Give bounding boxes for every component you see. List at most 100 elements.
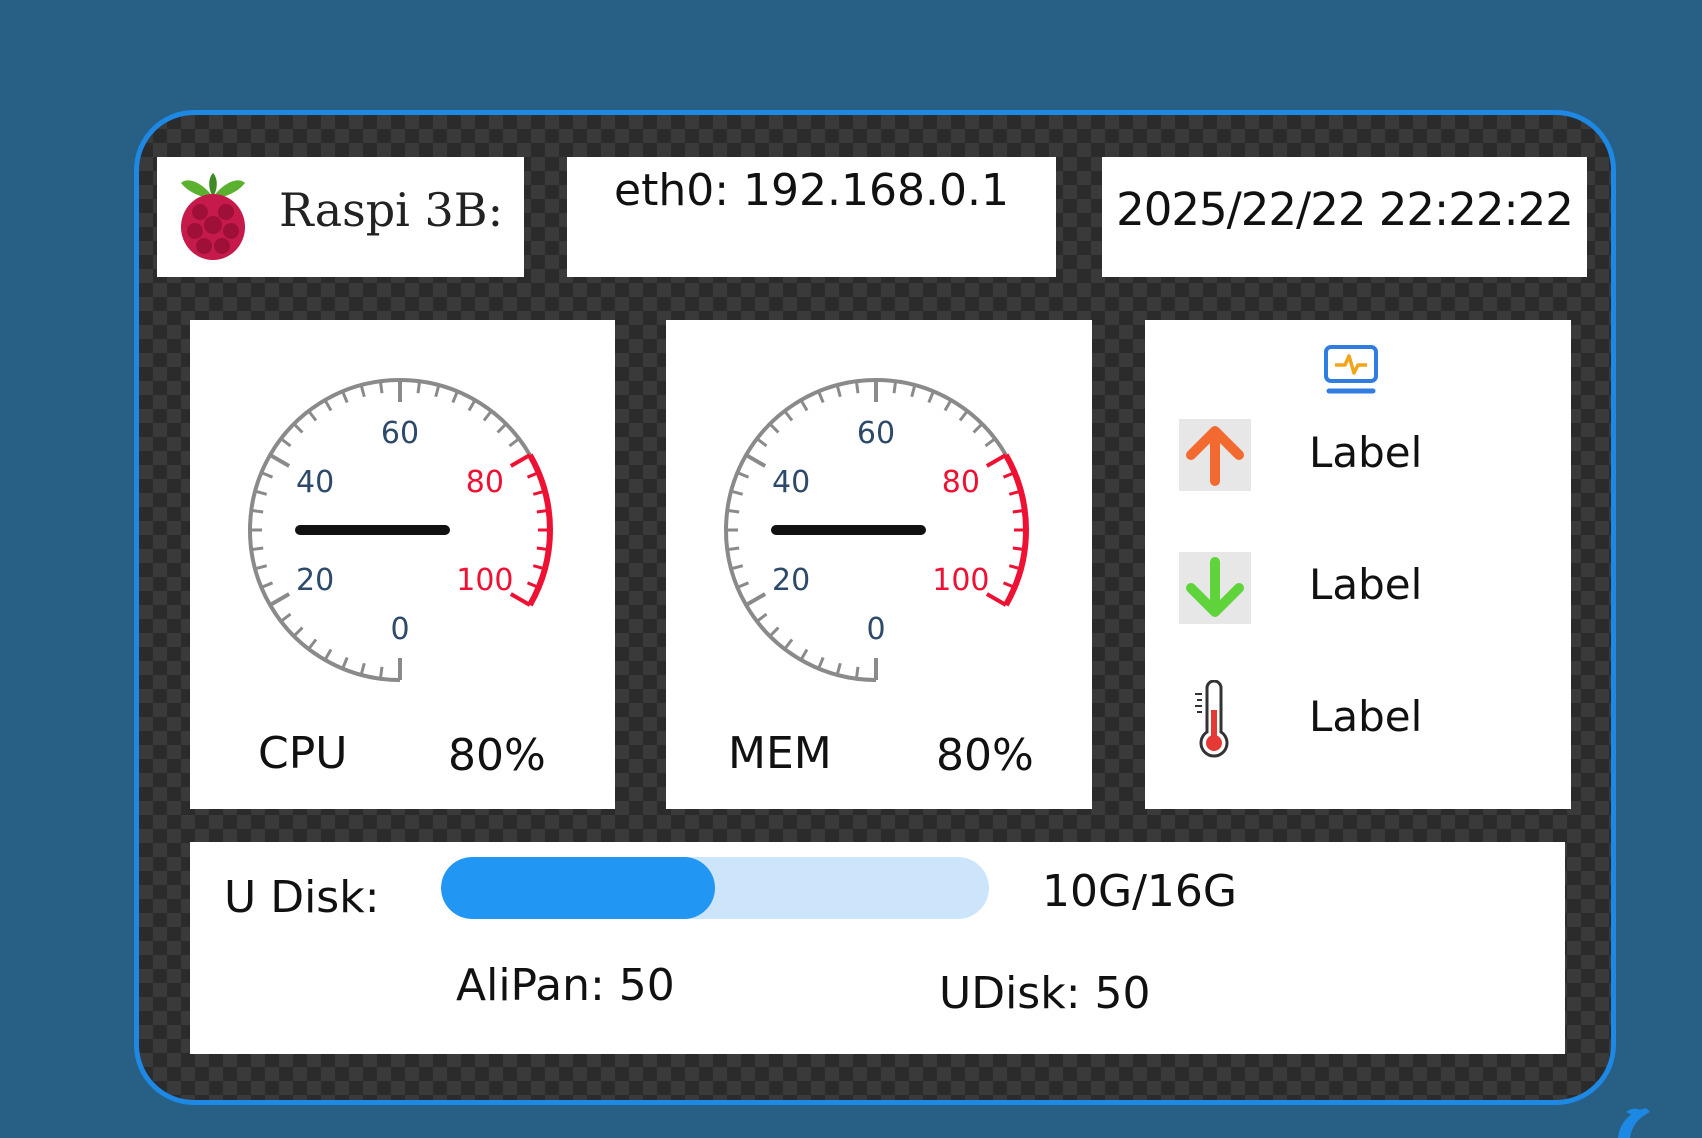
- mem-tick: [854, 666, 860, 679]
- mem-tick: [736, 471, 750, 479]
- mem-tick: [730, 564, 744, 571]
- cpu-tick: [536, 508, 549, 514]
- mem-tick: [799, 399, 809, 412]
- host-panel: Raspi 3B:: [157, 157, 524, 277]
- mem-tick-label: 40: [772, 465, 810, 500]
- mem-tick: [817, 390, 825, 404]
- cpu-tick: [359, 384, 366, 398]
- host-label: Raspi 3B:: [279, 183, 504, 237]
- cpu-tick: [323, 648, 333, 661]
- cpu-tick: [269, 453, 291, 468]
- cpu-tick: [254, 564, 268, 571]
- corner-logo-icon: [1618, 1108, 1650, 1138]
- cpu-tick: [280, 612, 292, 623]
- arrow-down-icon: [1186, 557, 1244, 617]
- upload-icon-box: [1179, 419, 1251, 491]
- cpu-tick: [323, 399, 333, 412]
- cpu-tick: [359, 662, 366, 676]
- cpu-tick-label: 60: [381, 416, 419, 451]
- cpu-tick: [260, 581, 274, 589]
- cpu-label: CPU: [258, 728, 348, 779]
- mem-tick: [1012, 508, 1025, 514]
- cpu-tick: [416, 381, 422, 394]
- cpu-tick: [292, 626, 304, 638]
- cpu-tick: [451, 390, 459, 404]
- cpu-tick-label: 40: [296, 465, 334, 500]
- cpu-tick-label: 0: [390, 612, 409, 647]
- ip-panel: eth0: 192.168.0.1: [567, 157, 1056, 277]
- mem-tick: [972, 422, 984, 434]
- mem-tick: [985, 453, 1007, 468]
- cpu-tick: [378, 381, 384, 394]
- ip-label: eth0: 192.168.0.1: [614, 165, 1009, 216]
- mem-gauge: 0 20 40 60 80 100: [724, 378, 1029, 682]
- mem-tick: [745, 453, 767, 468]
- disk-size-label: 10G/16G: [1042, 866, 1237, 917]
- arrow-up-icon: [1186, 426, 1244, 486]
- download-speed-label: Label: [1309, 560, 1423, 609]
- mem-tick: [783, 638, 794, 650]
- cpu-tick: [307, 638, 318, 650]
- cpu-tick: [251, 508, 264, 514]
- cpu-panel: 0 20 40 60 80 100 CPU 80%: [190, 320, 615, 809]
- mem-tick: [910, 384, 917, 398]
- cpu-gauge: 0 20 40 60 80 100: [248, 378, 553, 682]
- mem-tick: [730, 489, 744, 496]
- mem-tick: [892, 381, 898, 394]
- cpu-tick: [509, 592, 531, 607]
- cpu-tick: [434, 384, 441, 398]
- mem-tick: [835, 662, 842, 676]
- cpu-tick: [269, 592, 291, 607]
- cpu-tick-label: 20: [296, 563, 334, 598]
- disk-usage-bar: [441, 857, 989, 919]
- upload-speed-label: Label: [1309, 428, 1423, 477]
- cpu-tick-label: 80: [466, 465, 504, 500]
- cpu-tick: [378, 666, 384, 679]
- mem-tick: [1002, 581, 1016, 589]
- mem-tick: [745, 592, 767, 607]
- cpu-tick: [307, 410, 318, 422]
- mem-tick: [756, 612, 768, 623]
- udisk-label: UDisk: 50: [939, 968, 1151, 1019]
- mem-tick-label: 100: [932, 563, 989, 598]
- alipan-label: AliPan: 50: [456, 960, 675, 1011]
- temperature-label: Label: [1309, 692, 1423, 741]
- mem-tick: [835, 384, 842, 398]
- mem-tick: [768, 626, 780, 638]
- dashboard-frame: Raspi 3B: eth0: 192.168.0.1 2025/22/22 2…: [134, 110, 1616, 1105]
- mem-value: 80%: [936, 730, 1034, 781]
- cpu-tick: [482, 410, 493, 422]
- monitor-activity-icon: [1324, 345, 1378, 394]
- mem-tick: [985, 592, 1007, 607]
- datetime-panel: 2025/22/22 22:22:22: [1102, 157, 1587, 277]
- cpu-tick: [260, 471, 274, 479]
- mem-tick: [727, 508, 740, 514]
- cpu-tick: [280, 437, 292, 448]
- cpu-tick: [467, 399, 477, 412]
- mem-tick: [736, 581, 750, 589]
- cpu-tick: [536, 546, 549, 552]
- mem-tick: [1002, 471, 1016, 479]
- raspberry-pi-icon: [181, 173, 245, 260]
- cpu-tick: [508, 437, 520, 448]
- mem-tick-label: 60: [857, 416, 895, 451]
- cpu-tick-label: 100: [456, 563, 513, 598]
- cpu-value: 80%: [448, 730, 546, 781]
- datetime-label: 2025/22/22 22:22:22: [1116, 183, 1574, 236]
- mem-tick-label: 0: [866, 612, 885, 647]
- download-icon-box: [1179, 552, 1251, 624]
- mem-tick: [768, 422, 780, 434]
- mem-tick-label: 20: [772, 563, 810, 598]
- cpu-tick: [496, 422, 508, 434]
- mem-tick: [756, 437, 768, 448]
- cpu-tick: [526, 581, 540, 589]
- mem-tick: [958, 410, 969, 422]
- cpu-tick: [251, 546, 264, 552]
- mem-tick: [984, 437, 996, 448]
- mem-tick: [727, 546, 740, 552]
- mem-tick: [854, 381, 860, 394]
- mem-tick-label: 80: [942, 465, 980, 500]
- mem-tick: [927, 390, 935, 404]
- disk-title: U Disk:: [224, 872, 380, 923]
- cpu-tick: [341, 390, 349, 404]
